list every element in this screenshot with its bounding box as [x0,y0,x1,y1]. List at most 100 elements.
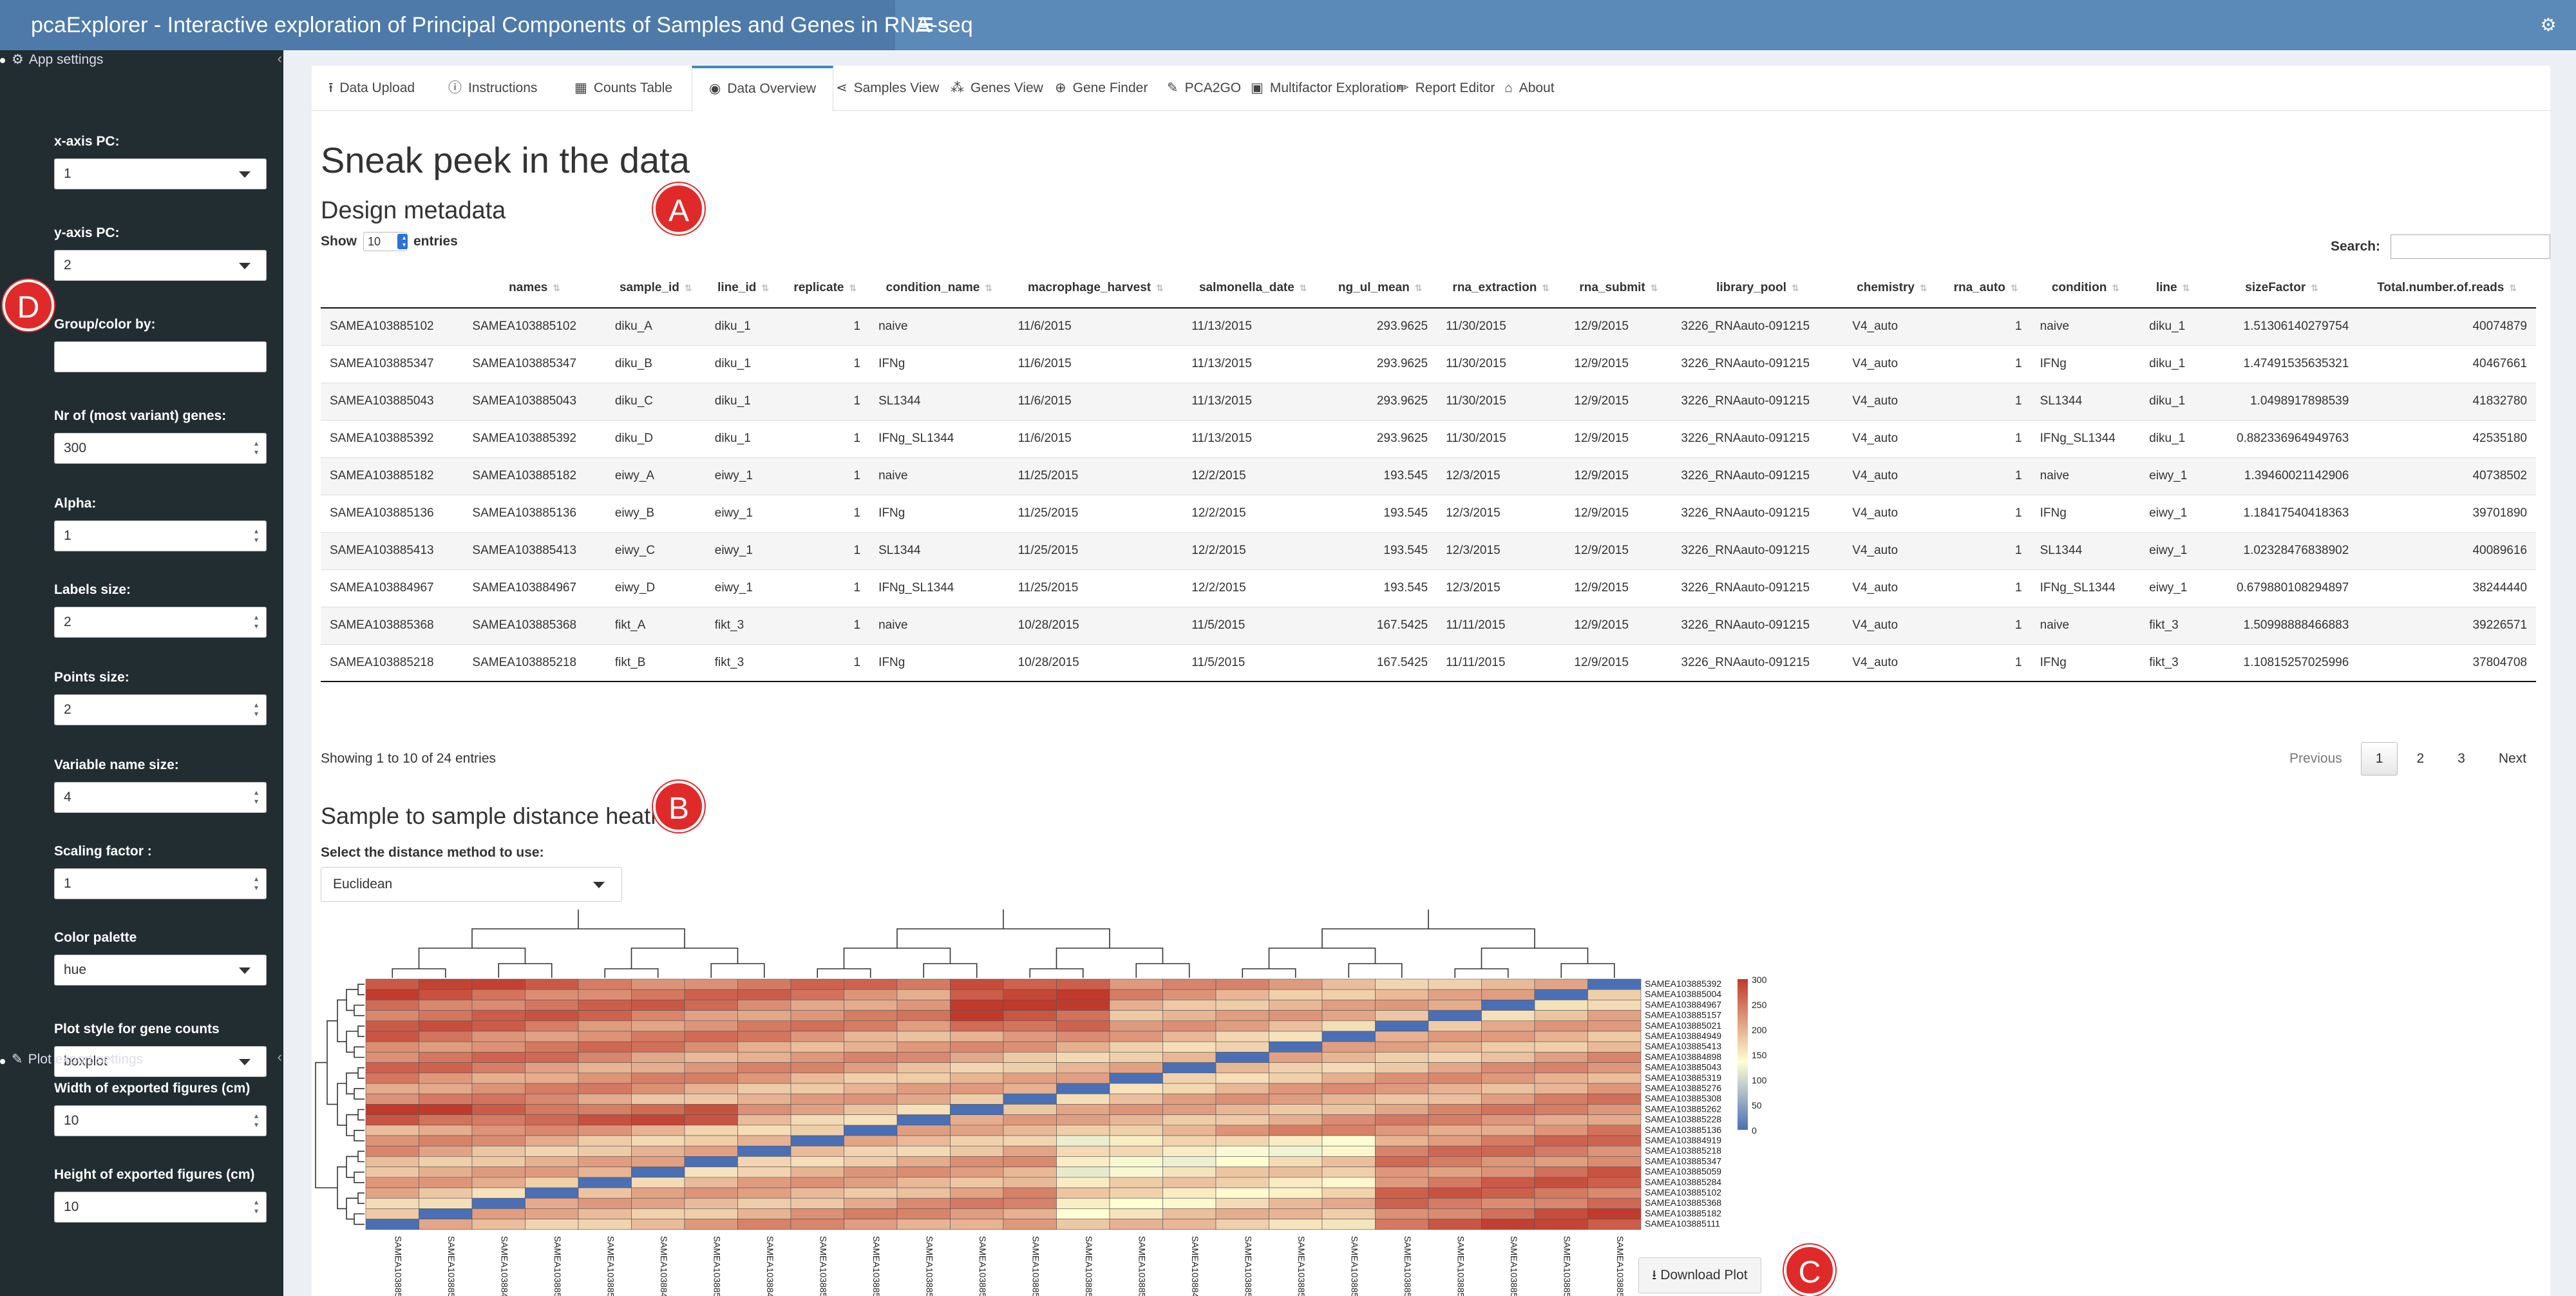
collapse-chevron-icon[interactable]: ‹ [278,50,282,67]
column-header[interactable]: condition_name ⇅ [869,268,1009,309]
plot-export-header[interactable]: ✎ Plot export settings [12,1051,143,1067]
column-header[interactable]: salmonella_date ⇅ [1182,268,1324,309]
spinner-icon[interactable]: ▴ ▾ [254,613,258,631]
column-header[interactable]: library_pool ⇅ [1672,268,1844,309]
column-header-label: line_id [717,280,757,294]
app-settings-header[interactable]: ⚙ App settings [12,52,103,68]
numeric-input[interactable]: 10 ▴ ▾ [54,1192,267,1223]
spinner-icon[interactable]: ▴ ▾ [254,788,258,806]
heatmap-cell [1215,1167,1269,1178]
heatmap-cell [365,1031,419,1042]
search-input[interactable] [2391,234,2550,259]
column-header[interactable]: condition ⇅ [2031,268,2141,309]
select-input[interactable]: 1 [54,158,267,189]
next-page-button[interactable]: Next [2484,742,2541,776]
numeric-input[interactable]: 2 ▴ ▾ [54,694,267,725]
select-input[interactable]: 2 [54,250,267,281]
heatmap-cell [844,1125,898,1136]
tab-data-upload[interactable]: ⭱ Data Upload [312,66,431,111]
column-header[interactable]: names ⇅ [463,268,606,309]
heatmap-row-label: SAMEA103885368 [1645,1197,1721,1208]
table-cell: 11/25/2015 [1009,494,1183,532]
table-row[interactable]: SAMEA103885102 SAMEA103885102 diku_A diku_1… [321,307,2536,345]
heatmap-cell [950,1052,1004,1063]
heatmap-cell [1269,1072,1323,1084]
numeric-input[interactable]: 1 ▴ ▾ [54,868,267,899]
spinner-icon[interactable]: ▴ ▾ [254,1197,258,1215]
numeric-input[interactable]: 4 ▴ ▾ [54,782,267,813]
column-header[interactable]: line ⇅ [2140,268,2206,309]
table-row[interactable]: SAMEA103885136 SAMEA103885136 eiwy_B eiwy_1… [321,494,2536,532]
previous-page-button[interactable]: Previous [2275,742,2357,776]
table-row[interactable]: SAMEA103885218 SAMEA103885218 fikt_B fikt_3… [321,643,2536,682]
heatmap-row-label: SAMEA103885111 [1645,1219,1720,1229]
sidebar-toggle-icon[interactable] [914,14,936,36]
column-header[interactable]: rna_submit ⇅ [1565,268,1672,309]
heatmap-cell [950,1041,1004,1053]
heatmap-cell [1481,1219,1535,1230]
numeric-input[interactable]: 1 ▴ ▾ [54,520,267,551]
spinner-icon[interactable]: ▴ ▾ [254,1111,258,1129]
text-input[interactable] [54,341,267,372]
heatmap-cell [525,1072,579,1084]
table-row[interactable]: SAMEA103885043 SAMEA103885043 diku_C diku_1… [321,382,2536,420]
table-cell: 1 [1940,457,2031,495]
table-row[interactable]: SAMEA103885392 SAMEA103885392 diku_D diku_1… [321,419,2536,457]
heatmap-cell [1056,1187,1110,1199]
heatmap-cell [1003,1000,1057,1011]
page-length-select[interactable]: 10 [363,232,408,251]
table-row[interactable]: SAMEA103885347 SAMEA103885347 diku_B diku_1… [321,345,2536,383]
heatmap-cell [844,1197,898,1209]
spinner-icon[interactable]: ▴ ▾ [254,874,258,892]
numeric-input[interactable]: 10 ▴ ▾ [54,1105,267,1136]
select-input[interactable]: hue [54,955,267,986]
tab-data-overview[interactable]: ◉ Data Overview [692,66,834,111]
spinner-icon[interactable]: ▴ ▾ [254,439,258,457]
numeric-input[interactable]: 300 ▴ ▾ [54,433,267,464]
heatmap-cell [896,1156,951,1167]
heatmap-cell [631,1000,685,1011]
color-legend-tick: 150 [1752,1050,1767,1060]
table-row[interactable]: SAMEA103885413 SAMEA103885413 eiwy_C eiwy_1… [321,531,2536,569]
table-cell: diku_1 [2140,419,2206,457]
table-cell: 1 [1940,345,2031,383]
column-header[interactable]: Total.number.of.reads ⇅ [2358,268,2536,309]
table-row[interactable]: SAMEA103885182 SAMEA103885182 eiwy_A eiwy_1… [321,457,2536,495]
page-number-button[interactable]: 1 [2360,742,2398,776]
table-row[interactable]: SAMEA103884967 SAMEA103884967 eiwy_D eiwy_1… [321,569,2536,607]
table-cell: 38244440 [2358,569,2536,607]
tab-instructions[interactable]: ⓘ Instructions [431,66,554,111]
cluster-icon: ⁂ [951,81,964,95]
tab-counts-table[interactable]: ▦ Counts Table [558,66,689,111]
table-row[interactable]: SAMEA103885368 SAMEA103885368 fikt_A fikt_3… [321,606,2536,644]
collapse-chevron-icon[interactable]: ‹ [278,1049,282,1065]
gear-icon[interactable]: ⚙ [2539,15,2558,35]
table-cell: 12/2/2015 [1182,457,1324,495]
heatmap-cell [896,1052,951,1063]
column-header[interactable]: ng_ul_mean ⇅ [1323,268,1437,309]
page-number-button[interactable]: 3 [2443,742,2480,776]
column-header[interactable]: line_id ⇅ [705,268,781,309]
heatmap-cell [950,1062,1004,1074]
spinner-icon[interactable]: ▴ ▾ [254,526,258,544]
download-plot-button[interactable]: ⭳ Download Plot [1638,1257,1761,1293]
numeric-input[interactable]: 2 ▴ ▾ [54,607,267,638]
tab-gene-finder[interactable]: ⊕ Gene Finder [1038,66,1164,111]
heatmap-cell [1587,1062,1642,1074]
column-header[interactable]: chemistry ⇅ [1843,268,1941,309]
column-header[interactable]: rna_extraction ⇅ [1437,268,1566,309]
column-header[interactable]: sample_id ⇅ [605,268,706,309]
table-cell: 0.679880108294897 [2206,569,2358,607]
column-header[interactable]: replicate ⇅ [781,268,870,309]
tab-about[interactable]: ⌂ About [1488,66,1571,111]
spinner-icon[interactable]: ▴ ▾ [254,700,258,718]
column-header[interactable] [321,268,464,309]
column-header[interactable]: macrophage_harvest ⇅ [1009,268,1183,309]
heatmap-cell [1162,1114,1217,1126]
table-cell: 1.0498917898539 [2206,382,2358,420]
column-header[interactable]: rna_auto ⇅ [1940,268,2031,309]
distance-method-select[interactable]: Euclidean [321,867,622,902]
heatmap-cell [1269,1187,1323,1199]
page-number-button[interactable]: 2 [2401,742,2439,776]
column-header[interactable]: sizeFactor ⇅ [2206,268,2358,309]
